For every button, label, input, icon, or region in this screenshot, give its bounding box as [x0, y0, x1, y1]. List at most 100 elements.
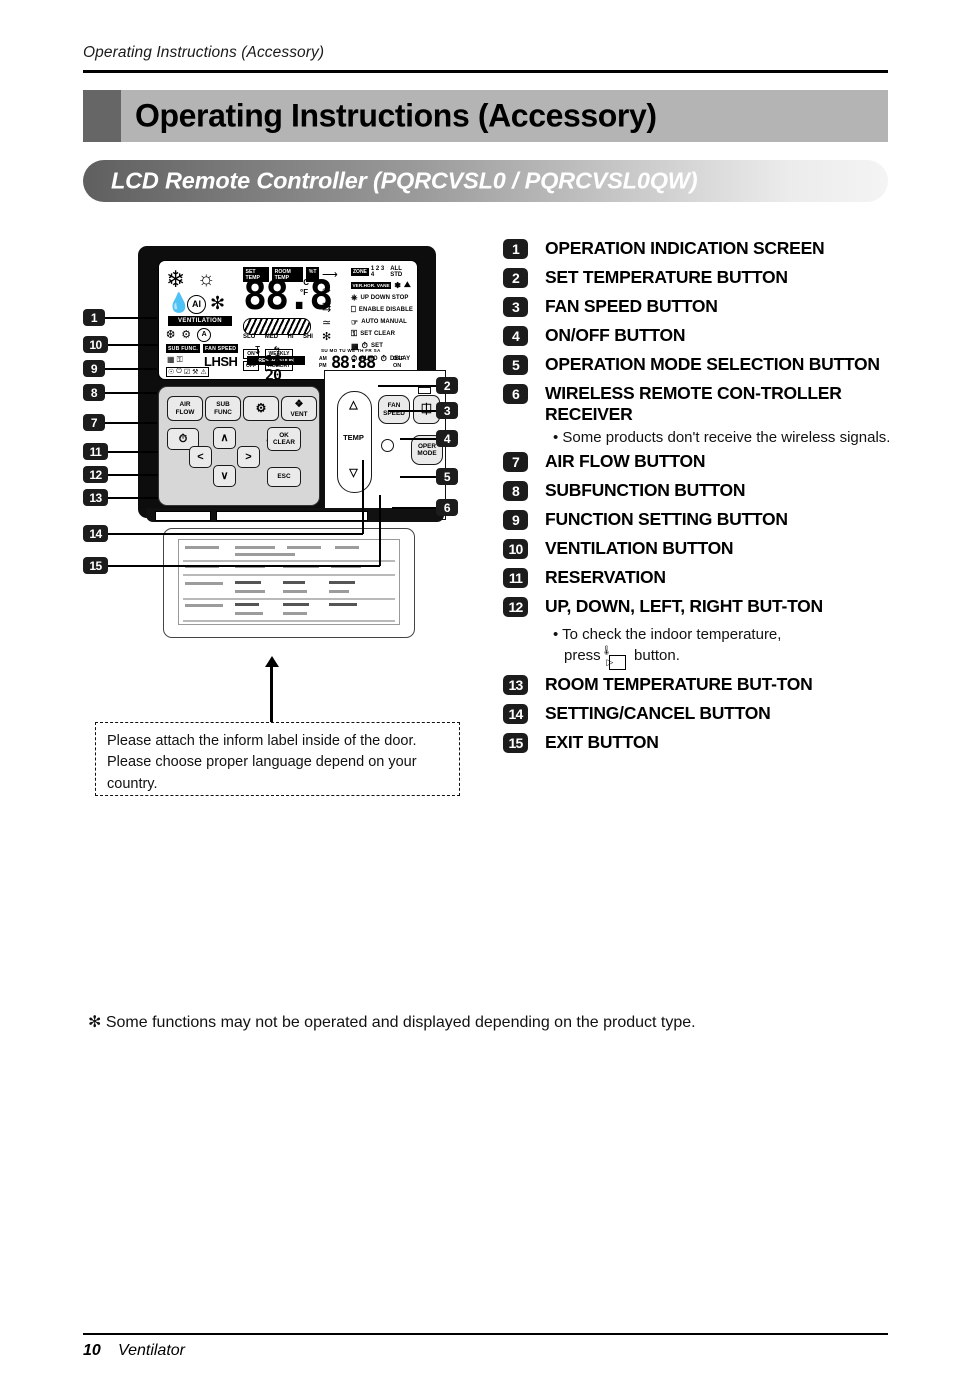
temp-up-button[interactable]: △ — [344, 397, 363, 413]
right-button[interactable]: > — [237, 446, 260, 468]
vane-swing-icon: ⤳ — [322, 284, 331, 296]
ai-icon: AI — [187, 295, 206, 314]
callout-5-leader — [400, 476, 436, 478]
legend-item-7: 7 AIR FLOW BUTTON — [503, 451, 903, 477]
legend-bullet-4: 4 — [503, 326, 528, 346]
legend-item-10: 10 VENTILATION BUTTON — [503, 538, 903, 564]
off-box: OFF — [243, 361, 259, 371]
fan-step-letters: LHSH — [204, 354, 238, 369]
air-flow-button[interactable]: AIR FLOW — [167, 396, 203, 421]
callout-6: 6 — [436, 499, 458, 516]
lcd-mode-icons: ❄ ☼ 💧 AI ✻ — [164, 266, 242, 320]
legend-bullet-9: 9 — [503, 510, 528, 531]
legend-item-1: 1 OPERATION INDICATION SCREEN — [503, 238, 903, 264]
set-clear-label: SET CLEAR — [360, 330, 396, 337]
zone-row: ZONE 1 2 3 4 ALL STD — [351, 266, 414, 278]
up-button[interactable]: ∧ — [213, 427, 236, 449]
callout-11: 11 — [83, 443, 108, 460]
callout-15: 15 — [83, 557, 108, 574]
vent-label: VENT — [290, 410, 308, 418]
callout-6-leader — [392, 507, 436, 509]
zone-numbers: 1 2 3 4 — [370, 266, 385, 278]
sun-icon: ☼ — [197, 268, 216, 290]
heat-exchange-icon: ❆ — [166, 329, 176, 341]
legend-label-13: ROOM TEMPERATURE BUT-TON — [545, 674, 813, 695]
schedule-off-label: OFF — [393, 356, 404, 362]
vent-fan-icon: ❖ — [294, 399, 304, 411]
page-title-bar: Operating Instructions (Accessory) — [83, 90, 888, 142]
legend-label-9: FUNCTION SETTING BUTTON — [545, 509, 788, 530]
footer-section-name: Ventilator — [118, 1342, 185, 1359]
callout-15-riser — [379, 495, 381, 566]
esc-button[interactable]: ESC — [267, 467, 301, 487]
legend-note-12: • To check the indoor temperature, press… — [503, 625, 903, 671]
fan-auto-icon: ✻ — [322, 331, 332, 343]
air-stream-icon: ≃ — [322, 317, 332, 329]
down-button[interactable]: ∨ — [213, 465, 236, 487]
power-indicator-icon — [418, 387, 431, 394]
left-arrow-glyph: < — [197, 450, 204, 463]
sub-func-line2: FUNC — [214, 408, 232, 416]
callout-3: 3 — [436, 402, 458, 419]
clock-icon: ⏱ — [178, 432, 188, 445]
legend-label-11: RESERVATION — [545, 567, 666, 588]
air-flow-line2: FLOW — [175, 408, 195, 416]
fan-med-label: MED — [264, 334, 279, 340]
lcd-mode-column: ❄ ☼ 💧 AI ✻ VENTILATION ❆ ⚙ A SUB FUNC. F… — [164, 266, 242, 377]
operation-indication-screen: ❄ ☼ 💧 AI ✻ VENTILATION ❆ ⚙ A SUB FUNC. F… — [158, 260, 418, 380]
legend-bullet-12: 12 — [503, 597, 528, 618]
callout-14: 14 — [83, 525, 108, 542]
schedule-offon-labels: OFF ON — [393, 356, 404, 370]
vane-label: VER.HOR. VANE — [351, 281, 392, 289]
hinge-slot-right — [216, 511, 368, 521]
callout-10: 10 — [83, 336, 108, 353]
up-arrow-glyph: ∧ — [220, 431, 229, 444]
legend-bullet-14: 14 — [503, 704, 528, 725]
legend-item-6: 6 WIRELESS REMOTE CON-TROLLER RECEIVER — [503, 383, 903, 425]
callout-1: 1 — [83, 309, 105, 326]
right-arrow-glyph: > — [245, 450, 252, 463]
function-setting-button[interactable]: ⚙ — [243, 396, 279, 421]
ventilation-label: VENTILATION — [168, 316, 232, 326]
fan-speed-line1: FAN — [387, 402, 401, 410]
ventilation-button[interactable]: ❖ VENT — [281, 396, 317, 421]
legend-label-5: OPERATION MODE SELECTION BUTTON — [545, 354, 880, 374]
fan-slo-label: SLO — [243, 334, 256, 340]
updown-row: ⎈ UP DOWN STOP — [351, 293, 414, 303]
room-temp-key-icon: 🌡 ▷ — [601, 645, 626, 671]
hand-icon: ☞ — [351, 317, 359, 327]
legend-bullet-6: 6 — [503, 384, 528, 404]
legend-item-8: 8 SUBFUNCTION BUTTON — [503, 480, 903, 506]
temp-up-glyph: △ — [349, 398, 358, 411]
callout-9: 9 — [83, 360, 105, 377]
ampm-labels: AM PM — [319, 356, 327, 369]
remote-body: ❄ ☼ 💧 AI ✻ VENTILATION ❆ ⚙ A SUB FUNC. F… — [138, 246, 446, 522]
legend-item-2: 2 SET TEMPERATURE BUTTON — [503, 267, 903, 293]
gear-icon: ⚙ — [255, 400, 267, 415]
zone-all-label: ALL STD — [390, 266, 403, 278]
oper-mode-line2: MODE — [417, 450, 437, 457]
right-control-panel: △ ▽ TEMP FAN SPEED ⎅ OPER MODE — [324, 370, 446, 520]
lock-icon: ⚿ — [176, 355, 183, 364]
on-off-boxes: ON OFF — [243, 349, 259, 371]
ok-clear-button[interactable]: OK CLEAR — [267, 427, 301, 451]
temperature-segment-display: 88.8 — [243, 273, 333, 319]
sub-function-button[interactable]: SUB FUNC — [205, 396, 241, 421]
callout-7: 7 — [83, 414, 105, 431]
left-button[interactable]: < — [189, 446, 212, 468]
legend-bullet-2: 2 — [503, 268, 528, 288]
weekly-holiday-boxes: WEEKLY HOLIDAY — [265, 349, 294, 371]
label-pointer-stem — [270, 666, 273, 728]
inform-label-sheet — [178, 539, 400, 625]
keypad-panel: AIR FLOW SUB FUNC ⚙ ❖ VENT ⏱ ∧ ∨ < > OK … — [158, 386, 320, 506]
enable-disable-label: ENABLE DISABLE — [358, 307, 413, 314]
page-title: Operating Instructions (Accessory) — [135, 97, 657, 134]
section-subtitle: LCD Remote Controller (PQRCVSL0 / PQRCVS… — [111, 167, 698, 194]
temp-down-button[interactable]: ▽ — [344, 465, 363, 481]
legend-item-12: 12 UP, DOWN, LEFT, RIGHT BUT-TON — [503, 596, 903, 622]
lcd-vane-column: ⟶ ⤳ ⇶ ≃ ✻ — [320, 266, 350, 344]
zone-label: ZONE — [351, 268, 369, 276]
auto-manual-label: AUTO MANUAL — [361, 319, 407, 326]
legend-note-6-line2: wireless signals. — [781, 428, 891, 446]
legend-item-4: 4 ON/OFF BUTTON — [503, 325, 903, 351]
